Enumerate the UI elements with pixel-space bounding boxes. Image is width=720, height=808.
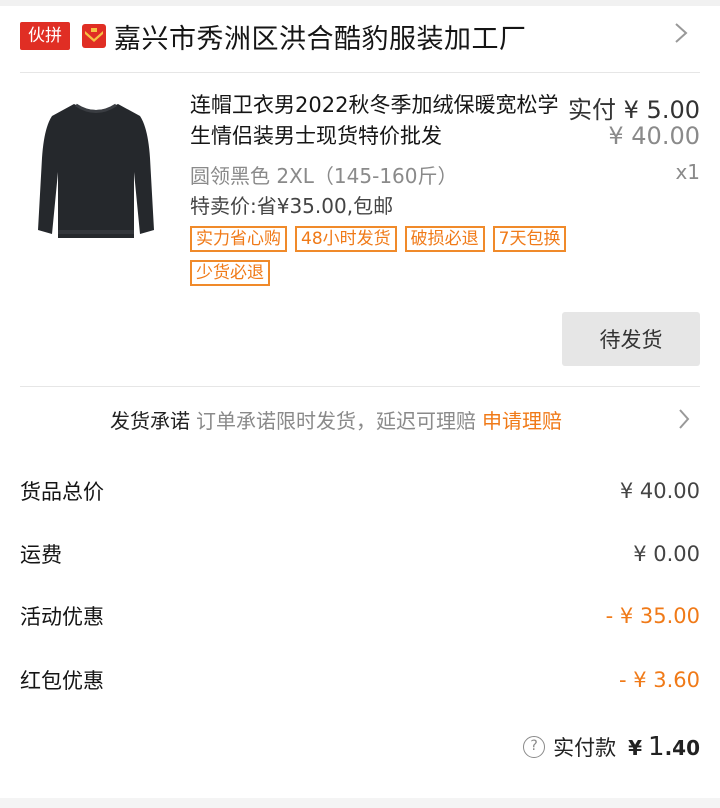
summary-label: 运费 — [20, 543, 62, 567]
summary-row: 运费 ¥ 0.00 — [20, 539, 700, 569]
summary-value: ¥ 0.00 — [633, 542, 700, 566]
top-divider — [0, 0, 720, 6]
service-badge: 破损必退 — [404, 226, 485, 252]
summary-row: 红包优惠 - ¥ 3.60 — [20, 665, 700, 695]
product-spec: 圆领黑色 2XL（145-160斤） — [190, 164, 458, 188]
summary-label: 活动优惠 — [20, 605, 104, 629]
order-card: 伙拼 嘉兴市秀洲区洪合酷豹服装加工厂 连帽卫衣男2022秋冬季加绒保暖宽松学生情… — [0, 0, 720, 798]
chevron-right-icon[interactable] — [674, 22, 688, 44]
status-button[interactable]: 待发货 — [562, 312, 700, 366]
total-paid: ? 实付款 ¥ 1 .40 — [523, 732, 700, 762]
chevron-right-icon[interactable] — [678, 408, 690, 430]
shop-name[interactable]: 嘉兴市秀洲区洪合酷豹服装加工厂 — [114, 17, 527, 56]
summary-row: 货品总价 ¥ 40.00 — [20, 476, 700, 506]
shop-icon — [82, 24, 106, 48]
summary-label: 货品总价 — [20, 480, 104, 504]
summary-label: 红包优惠 — [20, 669, 104, 693]
service-badge: 少货必退 — [190, 260, 270, 286]
promo-text: 特卖价:省¥35.00,包邮 — [190, 194, 394, 218]
service-badge: 实力省心购 — [190, 226, 287, 252]
price-original: ¥ 40.00 — [608, 122, 700, 150]
total-decimal: .40 — [664, 736, 700, 760]
total-label: 实付款 — [553, 736, 617, 760]
shop-header[interactable]: 伙拼 嘉兴市秀洲区洪合酷豹服装加工厂 — [20, 16, 700, 56]
service-badge: 48小时发货 — [295, 226, 397, 252]
huopin-tag: 伙拼 — [20, 22, 70, 50]
product-quantity: x1 — [675, 160, 700, 184]
service-badges: 实力省心购 48小时发货 破损必退 7天包换 少货必退 — [190, 226, 630, 286]
summary-value: ¥ 40.00 — [619, 479, 700, 503]
question-icon[interactable]: ? — [523, 736, 546, 758]
summary-value: - ¥ 35.00 — [605, 604, 700, 628]
summary-row: 活动优惠 - ¥ 35.00 — [20, 601, 700, 631]
divider — [20, 386, 700, 387]
price-actual: 实付 ¥ 5.00 — [568, 96, 700, 124]
divider — [20, 72, 700, 73]
product-title[interactable]: 连帽卫衣男2022秋冬季加绒保暖宽松学生情侣装男士现货特价批发 — [190, 90, 560, 152]
promise-title: 发货承诺 — [110, 409, 190, 433]
promise-desc: 订单承诺限时发货，延迟可理赔 — [196, 409, 476, 433]
shipping-promise[interactable]: 发货承诺 订单承诺限时发货，延迟可理赔 申请理赔 — [110, 405, 562, 434]
claim-link[interactable]: 申请理赔 — [482, 405, 562, 434]
total-integer: 1 — [648, 732, 665, 762]
service-badge: 7天包换 — [492, 226, 567, 252]
sweater-image[interactable] — [36, 98, 156, 243]
summary-value: - ¥ 3.60 — [618, 668, 700, 692]
total-currency: ¥ — [628, 736, 643, 760]
